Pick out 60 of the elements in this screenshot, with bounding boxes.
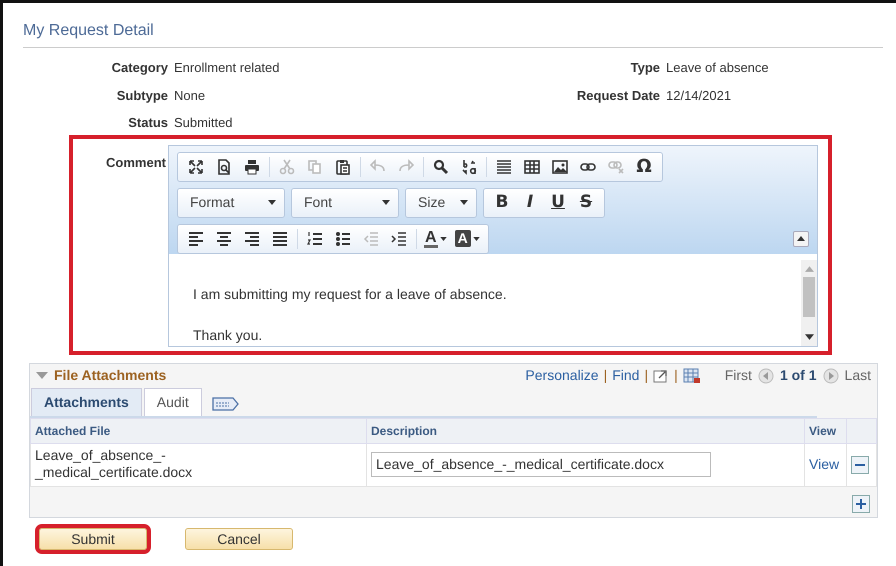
- italic-button[interactable]: I: [516, 190, 544, 214]
- background-color-button[interactable]: A: [450, 226, 484, 250]
- field-label: Type: [630, 59, 660, 77]
- separator: |: [604, 366, 608, 385]
- page-title: My Request Detail: [23, 19, 883, 48]
- expand-triangle-icon[interactable]: [36, 372, 48, 380]
- previous-icon[interactable]: [758, 368, 774, 384]
- page-range: 1 of 1: [780, 366, 817, 385]
- scrollbar[interactable]: [801, 260, 817, 346]
- caret-icon: [440, 236, 447, 240]
- field-label: Subtype: [116, 86, 168, 105]
- first-link[interactable]: First: [724, 365, 752, 386]
- description-field[interactable]: Leave_of_absence_-_medical_certificate.docx: [371, 452, 711, 477]
- field-value: Leave of absence: [666, 59, 770, 77]
- section-title: File Attachments: [54, 366, 166, 385]
- strike-button[interactable]: S: [572, 190, 600, 214]
- field-value: 12/14/2021: [666, 86, 732, 104]
- tab[interactable]: Attachments: [31, 388, 142, 416]
- column-header: Attached File: [30, 418, 366, 443]
- caret-icon: [382, 200, 390, 205]
- dropdown[interactable]: Size: [405, 188, 477, 218]
- cancel-button[interactable]: Cancel: [185, 528, 293, 550]
- field-value: None: [174, 86, 206, 104]
- link[interactable]: Find: [612, 365, 640, 386]
- scroll-down-icon[interactable]: [804, 334, 814, 340]
- comment-text: I am submitting my request for a leave of absence.: [193, 284, 508, 304]
- text-color-button[interactable]: A: [420, 226, 451, 250]
- caret-icon: [268, 200, 276, 205]
- column-header: View: [804, 418, 846, 443]
- add-row-button[interactable]: [852, 494, 870, 512]
- separator: |: [644, 366, 648, 385]
- underline-button[interactable]: U: [544, 190, 572, 214]
- collapse-toolbar-button[interactable]: [793, 230, 809, 246]
- caret-icon: [460, 200, 468, 205]
- special-character-button[interactable]: Ω: [630, 154, 658, 178]
- minus-icon: [855, 464, 865, 466]
- field-label: Comment: [105, 154, 167, 172]
- tab[interactable]: Audit: [144, 388, 202, 416]
- scrollbar-thumb[interactable]: [803, 276, 815, 316]
- download-grid-icon[interactable]: [682, 368, 701, 384]
- field-label: Status: [127, 114, 168, 132]
- view-all-icon[interactable]: [653, 368, 670, 382]
- column-header: Description: [366, 418, 804, 443]
- field-label: Request Date: [576, 86, 660, 105]
- plus-icon: [856, 498, 866, 508]
- link[interactable]: Personalize: [525, 365, 599, 386]
- field-value: Submitted: [174, 114, 234, 132]
- field-label: Category: [110, 59, 168, 77]
- remove-row-button[interactable]: [851, 456, 869, 474]
- field-value: Enrollment related: [174, 59, 280, 77]
- next-icon[interactable]: [822, 368, 839, 384]
- dropdown[interactable]: Font: [291, 188, 399, 218]
- table-cell-text: Leave_of_absence_-_medical_certificate.docx: [35, 446, 194, 480]
- dropdown[interactable]: Format: [177, 188, 285, 218]
- bold-button[interactable]: B: [488, 190, 516, 214]
- last-link[interactable]: Last: [844, 365, 871, 386]
- caret-icon: [472, 236, 480, 240]
- separator: |: [674, 366, 678, 385]
- comment-text: Thank you.: [193, 326, 264, 345]
- up-arrow-icon: [797, 236, 805, 241]
